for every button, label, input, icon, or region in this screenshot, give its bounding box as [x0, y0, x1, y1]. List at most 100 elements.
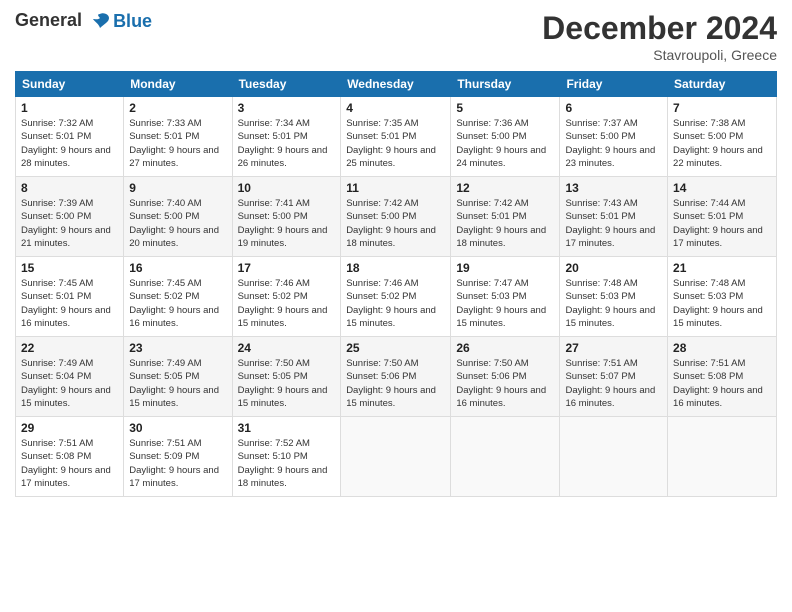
logo-blue: Blue	[113, 11, 152, 32]
day-cell: 11 Sunrise: 7:42 AMSunset: 5:00 PMDayligh…	[341, 177, 451, 257]
day-info: Sunrise: 7:46 AMSunset: 5:02 PMDaylight:…	[346, 277, 445, 330]
day-cell	[341, 417, 451, 497]
day-cell: 30 Sunrise: 7:51 AMSunset: 5:09 PMDayligh…	[124, 417, 232, 497]
logo-text: General Blue	[15, 10, 152, 32]
weekday-header-row: SundayMondayTuesdayWednesdayThursdayFrid…	[16, 72, 777, 97]
day-cell: 19 Sunrise: 7:47 AMSunset: 5:03 PMDayligh…	[451, 257, 560, 337]
day-info: Sunrise: 7:47 AMSunset: 5:03 PMDaylight:…	[456, 277, 554, 330]
day-info: Sunrise: 7:35 AMSunset: 5:01 PMDaylight:…	[346, 117, 445, 170]
week-row-4: 22 Sunrise: 7:49 AMSunset: 5:04 PMDayligh…	[16, 337, 777, 417]
day-cell: 31Sunrise: 7:52 AMSunset: 5:10 PMDayligh…	[232, 417, 341, 497]
day-info: Sunrise: 7:45 AMSunset: 5:01 PMDaylight:…	[21, 277, 118, 330]
day-cell: 9Sunrise: 7:40 AMSunset: 5:00 PMDaylight…	[124, 177, 232, 257]
day-number: 13	[565, 181, 662, 195]
day-info: Sunrise: 7:38 AMSunset: 5:00 PMDaylight:…	[673, 117, 771, 170]
day-cell: 28Sunrise: 7:51 AMSunset: 5:08 PMDayligh…	[668, 337, 777, 417]
day-number: 2	[129, 101, 226, 115]
day-info: Sunrise: 7:42 AMSunset: 5:00 PMDaylight:…	[346, 197, 445, 250]
day-info: Sunrise: 7:33 AMSunset: 5:01 PMDaylight:…	[129, 117, 226, 170]
day-info: Sunrise: 7:51 AMSunset: 5:07 PMDaylight:…	[565, 357, 662, 410]
day-info: Sunrise: 7:32 AMSunset: 5:01 PMDaylight:…	[21, 117, 118, 170]
day-info: Sunrise: 7:36 AMSunset: 5:00 PMDaylight:…	[456, 117, 554, 170]
weekday-header-sunday: Sunday	[16, 72, 124, 97]
day-info: Sunrise: 7:49 AMSunset: 5:05 PMDaylight:…	[129, 357, 226, 410]
logo-bird-icon	[89, 10, 111, 32]
day-info: Sunrise: 7:50 AMSunset: 5:06 PMDaylight:…	[456, 357, 554, 410]
weekday-header-thursday: Thursday	[451, 72, 560, 97]
day-info: Sunrise: 7:39 AMSunset: 5:00 PMDaylight:…	[21, 197, 118, 250]
day-cell: 10Sunrise: 7:41 AMSunset: 5:00 PMDayligh…	[232, 177, 341, 257]
header: General Blue December 2024 Stavroupoli, …	[15, 10, 777, 63]
weekday-header-wednesday: Wednesday	[341, 72, 451, 97]
day-info: Sunrise: 7:34 AMSunset: 5:01 PMDaylight:…	[238, 117, 336, 170]
day-cell: 13 Sunrise: 7:43 AMSunset: 5:01 PMDayligh…	[560, 177, 668, 257]
day-cell: 1 Sunrise: 7:32 AMSunset: 5:01 PMDaylight…	[16, 97, 124, 177]
day-info: Sunrise: 7:50 AMSunset: 5:05 PMDaylight:…	[238, 357, 336, 410]
logo: General Blue	[15, 10, 152, 32]
day-info: Sunrise: 7:51 AMSunset: 5:08 PMDaylight:…	[21, 437, 118, 490]
day-info: Sunrise: 7:46 AMSunset: 5:02 PMDaylight:…	[238, 277, 336, 330]
day-cell: 6 Sunrise: 7:37 AMSunset: 5:00 PMDaylight…	[560, 97, 668, 177]
calendar-body: 1 Sunrise: 7:32 AMSunset: 5:01 PMDaylight…	[16, 97, 777, 497]
day-cell	[668, 417, 777, 497]
day-cell: 15Sunrise: 7:45 AMSunset: 5:01 PMDayligh…	[16, 257, 124, 337]
day-number: 30	[129, 421, 226, 435]
day-info: Sunrise: 7:45 AMSunset: 5:02 PMDaylight:…	[129, 277, 226, 330]
day-cell: 21 Sunrise: 7:48 AMSunset: 5:03 PMDayligh…	[668, 257, 777, 337]
page: General Blue December 2024 Stavroupoli, …	[0, 0, 792, 612]
day-number: 27	[565, 341, 662, 355]
day-info: Sunrise: 7:43 AMSunset: 5:01 PMDaylight:…	[565, 197, 662, 250]
day-number: 18	[346, 261, 445, 275]
day-number: 19	[456, 261, 554, 275]
day-cell: 3 Sunrise: 7:34 AMSunset: 5:01 PMDaylight…	[232, 97, 341, 177]
day-number: 21	[673, 261, 771, 275]
weekday-header-tuesday: Tuesday	[232, 72, 341, 97]
day-number: 10	[238, 181, 336, 195]
day-info: Sunrise: 7:49 AMSunset: 5:04 PMDaylight:…	[21, 357, 118, 410]
weekday-header-monday: Monday	[124, 72, 232, 97]
day-cell: 5Sunrise: 7:36 AMSunset: 5:00 PMDaylight…	[451, 97, 560, 177]
title-block: December 2024 Stavroupoli, Greece	[542, 10, 777, 63]
day-cell: 2 Sunrise: 7:33 AMSunset: 5:01 PMDaylight…	[124, 97, 232, 177]
day-info: Sunrise: 7:44 AMSunset: 5:01 PMDaylight:…	[673, 197, 771, 250]
day-cell	[451, 417, 560, 497]
day-cell: 16 Sunrise: 7:45 AMSunset: 5:02 PMDayligh…	[124, 257, 232, 337]
day-number: 20	[565, 261, 662, 275]
day-number: 23	[129, 341, 226, 355]
day-number: 4	[346, 101, 445, 115]
day-cell: 27 Sunrise: 7:51 AMSunset: 5:07 PMDayligh…	[560, 337, 668, 417]
day-number: 6	[565, 101, 662, 115]
day-number: 3	[238, 101, 336, 115]
day-info: Sunrise: 7:51 AMSunset: 5:09 PMDaylight:…	[129, 437, 226, 490]
day-number: 16	[129, 261, 226, 275]
day-cell: 25 Sunrise: 7:50 AMSunset: 5:06 PMDayligh…	[341, 337, 451, 417]
weekday-header-saturday: Saturday	[668, 72, 777, 97]
day-number: 31	[238, 421, 336, 435]
day-number: 14	[673, 181, 771, 195]
day-info: Sunrise: 7:48 AMSunset: 5:03 PMDaylight:…	[673, 277, 771, 330]
day-number: 24	[238, 341, 336, 355]
day-cell: 26 Sunrise: 7:50 AMSunset: 5:06 PMDayligh…	[451, 337, 560, 417]
day-number: 25	[346, 341, 445, 355]
day-number: 29	[21, 421, 118, 435]
day-number: 17	[238, 261, 336, 275]
day-info: Sunrise: 7:42 AMSunset: 5:01 PMDaylight:…	[456, 197, 554, 250]
day-cell	[560, 417, 668, 497]
week-row-1: 1 Sunrise: 7:32 AMSunset: 5:01 PMDaylight…	[16, 97, 777, 177]
day-info: Sunrise: 7:40 AMSunset: 5:00 PMDaylight:…	[129, 197, 226, 250]
day-number: 1	[21, 101, 118, 115]
day-cell: 20Sunrise: 7:48 AMSunset: 5:03 PMDayligh…	[560, 257, 668, 337]
day-number: 28	[673, 341, 771, 355]
day-info: Sunrise: 7:50 AMSunset: 5:06 PMDaylight:…	[346, 357, 445, 410]
day-cell: 29 Sunrise: 7:51 AMSunset: 5:08 PMDayligh…	[16, 417, 124, 497]
day-cell: 4 Sunrise: 7:35 AMSunset: 5:01 PMDaylight…	[341, 97, 451, 177]
day-number: 11	[346, 181, 445, 195]
week-row-3: 15Sunrise: 7:45 AMSunset: 5:01 PMDayligh…	[16, 257, 777, 337]
day-number: 22	[21, 341, 118, 355]
day-cell: 14 Sunrise: 7:44 AMSunset: 5:01 PMDayligh…	[668, 177, 777, 257]
month-year-title: December 2024	[542, 10, 777, 47]
day-info: Sunrise: 7:37 AMSunset: 5:00 PMDaylight:…	[565, 117, 662, 170]
day-cell: 24 Sunrise: 7:50 AMSunset: 5:05 PMDayligh…	[232, 337, 341, 417]
day-number: 8	[21, 181, 118, 195]
day-number: 26	[456, 341, 554, 355]
